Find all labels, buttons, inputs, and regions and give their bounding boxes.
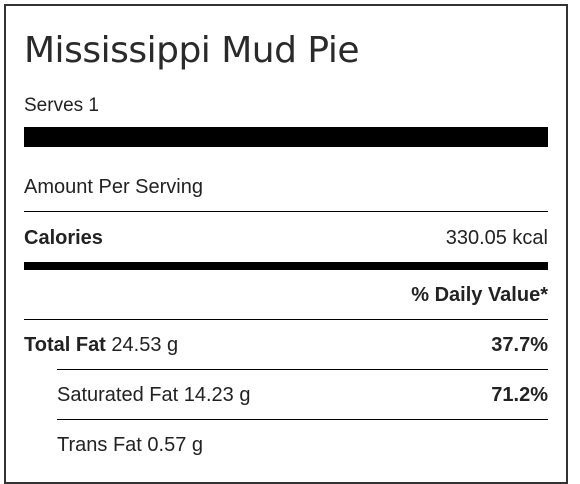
nutrient-label: Trans Fat <box>57 434 142 456</box>
thick-divider <box>24 127 548 147</box>
divider-line <box>57 369 548 370</box>
nutrient-name-total-fat: Total Fat 24.53 g <box>24 334 178 357</box>
daily-value-header: % Daily Value* <box>411 284 548 306</box>
nutrient-label: Total Fat <box>24 334 106 356</box>
nutrient-name-saturated-fat: Saturated Fat 14.23 g <box>57 384 250 407</box>
medium-divider <box>24 262 548 270</box>
nutrient-name-trans-fat: Trans Fat 0.57 g <box>57 434 203 457</box>
nutrient-amount: 24.53 g <box>111 334 179 356</box>
nutrient-label: Saturated Fat <box>57 384 179 406</box>
calories-value: 330.05 kcal <box>445 227 548 249</box>
nutrient-amount: 0.57 g <box>147 434 204 456</box>
servings-text: Serves 1 <box>24 95 99 116</box>
divider-line <box>57 419 548 420</box>
calories-label: Calories <box>24 227 103 249</box>
nutrient-dv: 71.2% <box>491 384 548 406</box>
divider-line <box>24 319 548 320</box>
amount-per-serving-label: Amount Per Serving <box>24 176 203 198</box>
recipe-title: Mississippi Mud Pie <box>24 30 359 71</box>
nutrient-amount: 14.23 g <box>183 384 251 406</box>
nutrition-label: Mississippi Mud Pie Serves 1 Amount Per … <box>4 4 568 484</box>
nutrient-dv: 37.7% <box>491 334 548 356</box>
divider-line <box>24 211 548 212</box>
